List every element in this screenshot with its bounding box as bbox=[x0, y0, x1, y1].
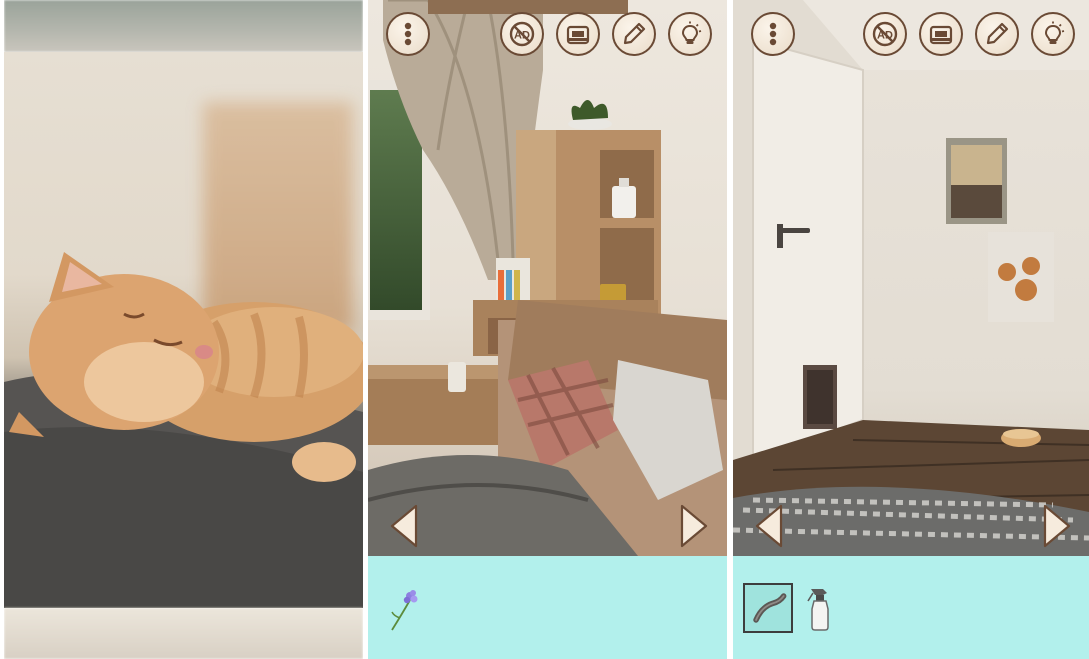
white-bottle bbox=[612, 186, 636, 218]
no-ad-icon bbox=[508, 20, 536, 48]
room-door-screen bbox=[733, 0, 1089, 659]
room-corner-screen bbox=[368, 0, 727, 659]
room-door-scene bbox=[733, 0, 1089, 556]
flower-icon bbox=[391, 590, 418, 631]
pencil-icon bbox=[983, 20, 1011, 48]
hint-button[interactable] bbox=[1031, 12, 1075, 56]
door-handle-plate bbox=[777, 224, 783, 248]
inventory-bar bbox=[368, 556, 727, 659]
right-arrow-icon bbox=[1041, 503, 1073, 549]
spray-bottle-icon bbox=[807, 589, 829, 631]
left-arrow-icon bbox=[753, 503, 785, 549]
inventory-bar bbox=[733, 556, 1089, 659]
muffin-picture bbox=[988, 232, 1054, 322]
sleeping-cat-illustration bbox=[4, 252, 363, 608]
menu-button[interactable] bbox=[386, 12, 430, 56]
blurred-background-bottom bbox=[4, 608, 363, 659]
lightbulb-icon bbox=[1039, 20, 1067, 48]
camera-icon bbox=[927, 20, 955, 48]
memo-button[interactable] bbox=[975, 12, 1019, 56]
pencil-icon bbox=[620, 20, 648, 48]
camera-icon bbox=[564, 20, 592, 48]
plant bbox=[571, 100, 608, 120]
three-dots-icon bbox=[759, 20, 787, 48]
room-corner-view bbox=[368, 0, 727, 556]
nav-left-arrow[interactable] bbox=[388, 503, 420, 549]
cat-closeup-screen bbox=[4, 0, 363, 659]
bent-pipe-icon bbox=[753, 593, 787, 623]
hint-button[interactable] bbox=[668, 12, 712, 56]
blurred-background-top bbox=[4, 0, 363, 52]
memo-button[interactable] bbox=[612, 12, 656, 56]
cat-photo[interactable] bbox=[4, 52, 363, 608]
cup bbox=[448, 362, 466, 392]
nav-left-arrow[interactable] bbox=[753, 503, 785, 549]
inventory-item-flower[interactable] bbox=[382, 584, 432, 634]
three-dots-icon bbox=[394, 20, 422, 48]
remove-ads-button[interactable] bbox=[863, 12, 907, 56]
remove-ads-button[interactable] bbox=[500, 12, 544, 56]
inventory-item-bent-pipe[interactable] bbox=[743, 583, 793, 633]
camera-button[interactable] bbox=[919, 12, 963, 56]
camera-button[interactable] bbox=[556, 12, 600, 56]
nav-right-arrow[interactable] bbox=[678, 503, 710, 549]
room-door-view bbox=[733, 0, 1089, 556]
left-arrow-icon bbox=[388, 503, 420, 549]
right-arrow-icon bbox=[678, 503, 710, 549]
menu-button[interactable] bbox=[751, 12, 795, 56]
inventory-item-spray-bottle[interactable] bbox=[797, 583, 847, 633]
lightbulb-icon bbox=[676, 20, 704, 48]
nav-right-arrow[interactable] bbox=[1041, 503, 1073, 549]
no-ad-icon bbox=[871, 20, 899, 48]
door-handle bbox=[780, 228, 810, 233]
room-corner-scene bbox=[368, 0, 727, 556]
